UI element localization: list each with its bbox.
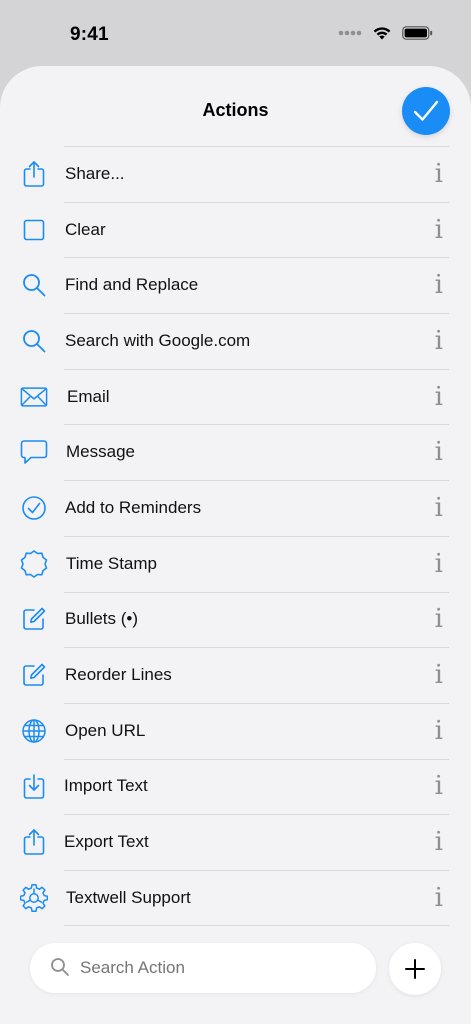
action-row-textwell-support[interactable]: Textwell Support i — [0, 869, 471, 926]
action-label: Add to Reminders — [65, 497, 202, 517]
action-label: Search with Google.com — [65, 330, 251, 350]
search-bar[interactable] — [30, 943, 376, 993]
action-label: Find and Replace — [65, 275, 199, 295]
info-icon[interactable]: i — [435, 215, 443, 245]
import-icon — [20, 772, 48, 800]
magnifier-icon — [20, 327, 48, 355]
plus-icon — [405, 959, 425, 979]
seal-icon — [20, 549, 48, 578]
info-icon[interactable]: i — [435, 437, 443, 467]
action-row-clear[interactable]: Clear i — [0, 201, 471, 258]
status-indicators — [338, 25, 433, 40]
action-row-email[interactable]: Email i — [0, 368, 471, 425]
info-icon[interactable]: i — [435, 883, 443, 913]
action-row-reorder-lines[interactable]: Reorder Lines i — [0, 647, 471, 703]
status-time: 9:41 — [70, 24, 109, 45]
action-row-import-text[interactable]: Import Text i — [0, 758, 471, 815]
action-row-bullets[interactable]: Bullets (•) i — [0, 591, 471, 648]
done-button[interactable] — [402, 87, 450, 135]
globe-icon — [20, 717, 48, 745]
status-bar: 9:41 — [0, 0, 471, 66]
info-icon[interactable]: i — [435, 493, 443, 523]
battery-icon — [402, 25, 433, 40]
signal-dots-icon — [338, 30, 362, 35]
add-action-button[interactable] — [389, 943, 441, 995]
actions-list: Share... i Clear i Find and Replace i Se… — [0, 146, 471, 926]
wifi-icon — [373, 27, 391, 40]
info-icon[interactable]: i — [435, 382, 443, 412]
search-input[interactable] — [80, 958, 360, 978]
action-row-share[interactable]: Share... i — [0, 146, 471, 202]
search-icon — [50, 957, 70, 982]
action-row-export-text[interactable]: Export Text i — [0, 814, 471, 870]
action-label: Time Stamp — [66, 553, 158, 573]
info-icon[interactable]: i — [435, 326, 443, 356]
speech-bubble-icon — [20, 438, 48, 466]
action-label: Clear — [65, 219, 106, 239]
action-row-message[interactable]: Message i — [0, 424, 471, 480]
share-icon — [20, 160, 48, 188]
compose-icon — [20, 605, 48, 633]
envelope-icon — [20, 383, 48, 411]
square-icon — [20, 216, 48, 244]
action-row-time-stamp[interactable]: Time Stamp i — [0, 535, 471, 592]
info-icon[interactable]: i — [435, 716, 443, 746]
info-icon[interactable]: i — [435, 771, 443, 801]
action-label: Share... — [65, 163, 125, 183]
action-row-find-replace[interactable]: Find and Replace i — [0, 257, 471, 313]
action-label: Open URL — [65, 720, 146, 740]
action-row-open-url[interactable]: Open URL i — [0, 702, 471, 759]
gear-icon — [20, 883, 48, 912]
action-label: Email — [67, 386, 110, 406]
actions-sheet: Actions Share... i Clear i Find and Repl… — [0, 66, 471, 1024]
action-label: Textwell Support — [66, 887, 191, 907]
magnifier-icon — [20, 271, 48, 299]
action-row-search-google[interactable]: Search with Google.com i — [0, 313, 471, 369]
info-icon[interactable]: i — [435, 549, 443, 579]
checkmark-icon — [413, 100, 439, 121]
info-icon[interactable]: i — [435, 827, 443, 857]
sheet-title: Actions — [202, 100, 269, 120]
info-icon[interactable]: i — [435, 604, 443, 634]
action-label: Reorder Lines — [65, 665, 172, 685]
checkmark-circle-icon — [20, 494, 48, 522]
action-label: Import Text — [64, 776, 148, 796]
action-row-reminders[interactable]: Add to Reminders i — [0, 480, 471, 536]
action-label: Export Text — [64, 832, 149, 852]
info-icon[interactable]: i — [435, 660, 443, 690]
compose-icon — [20, 661, 48, 689]
share-icon — [20, 828, 48, 856]
info-icon[interactable]: i — [435, 270, 443, 300]
action-label: Message — [66, 442, 135, 462]
info-icon[interactable]: i — [435, 159, 443, 189]
action-label: Bullets (•) — [65, 609, 139, 629]
